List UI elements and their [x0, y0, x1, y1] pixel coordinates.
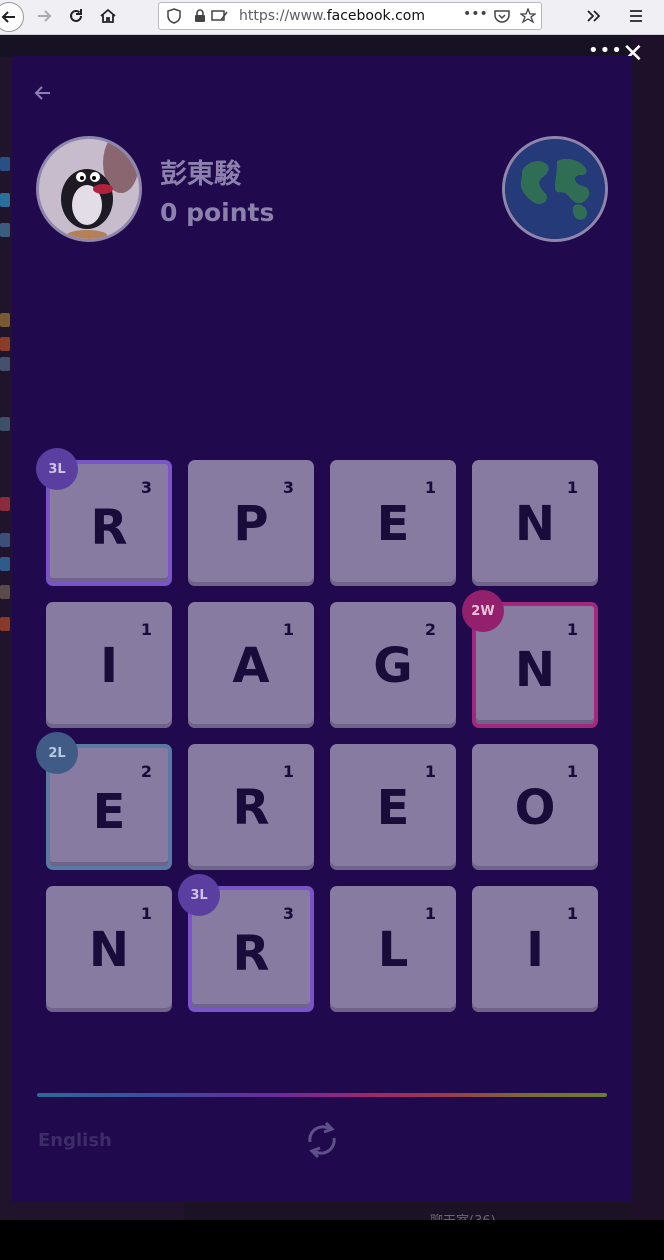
letter-tile[interactable]: I1: [472, 886, 598, 1012]
tile-score: 3: [282, 478, 294, 497]
tile-score: 2: [140, 762, 152, 781]
shield-icon[interactable]: [165, 7, 183, 25]
player-avatar: [36, 136, 142, 242]
url-text[interactable]: https://www.facebook.com: [239, 8, 425, 24]
back-icon[interactable]: [34, 82, 56, 108]
url-prefix: https://www.: [239, 8, 327, 24]
player-name: 彭東駿: [160, 159, 241, 190]
tile-score: 3: [282, 904, 294, 923]
letter-tile[interactable]: N1: [472, 460, 598, 586]
reload-icon[interactable]: [62, 2, 90, 30]
letter-tile[interactable]: E1: [330, 744, 456, 870]
tile-score: 1: [424, 904, 436, 923]
tile-letter: R: [90, 500, 128, 556]
letter-tile[interactable]: E1: [330, 460, 456, 586]
tile-score: 1: [424, 478, 436, 497]
tile-letter: N: [514, 642, 556, 698]
language-label[interactable]: English: [38, 1130, 112, 1151]
tile-score: 1: [566, 904, 578, 923]
tile-score: 1: [282, 620, 294, 639]
back-icon[interactable]: [0, 2, 24, 32]
tile-letter: N: [88, 922, 130, 978]
tile-letter: I: [526, 922, 544, 978]
letter-tile[interactable]: P3: [188, 460, 314, 586]
tile-letter: A: [232, 638, 270, 694]
tile-score: 1: [282, 762, 294, 781]
tile-modifier-badge: 2W: [462, 590, 504, 632]
tile-letter: R: [232, 926, 270, 982]
background-page-header: [0, 35, 664, 57]
browser-toolbar: https://www.facebook.com •••: [0, 0, 664, 35]
tile-score: 1: [566, 620, 578, 639]
tile-score: 1: [424, 762, 436, 781]
tile-letter: G: [373, 638, 413, 694]
letter-tile[interactable]: N1: [46, 886, 172, 1012]
progress-bar: [37, 1093, 607, 1097]
tile-modifier-badge: 2L: [36, 732, 78, 774]
letter-tile[interactable]: A1: [188, 602, 314, 728]
letter-tile[interactable]: I1: [46, 602, 172, 728]
tile-letter: P: [233, 496, 269, 552]
tile-letter: E: [376, 780, 410, 836]
overflow-chevron-icon[interactable]: [580, 2, 608, 30]
tile-score: 1: [566, 762, 578, 781]
tile-letter: I: [100, 638, 118, 694]
url-bar[interactable]: https://www.facebook.com •••: [158, 2, 542, 30]
tile-letter: R: [232, 780, 270, 836]
shuffle-icon[interactable]: [302, 1118, 342, 1162]
background-page-right-rail: [632, 35, 664, 1220]
letter-tile[interactable]: R1: [188, 744, 314, 870]
game-panel: 彭東駿 0 points R 3 3L P 3 E 1 N 1 I 1 A 1 G 2 N 1 2W E 2 2L R 1 E…: [12, 56, 632, 1202]
tile-score: 1: [140, 904, 152, 923]
permissions-icon[interactable]: [211, 7, 229, 25]
lock-icon[interactable]: [191, 7, 209, 25]
background-page-left-rail: [0, 57, 12, 697]
bookmark-star-icon[interactable]: [519, 7, 537, 25]
tile-score: 1: [566, 478, 578, 497]
window-bottom: [0, 1220, 664, 1260]
forward-icon[interactable]: [30, 2, 58, 30]
tile-score: 1: [140, 620, 152, 639]
tile-letter: L: [377, 922, 409, 978]
tile-score: 2: [424, 620, 436, 639]
pocket-icon[interactable]: [493, 7, 511, 25]
tile-modifier-badge: 3L: [178, 874, 220, 916]
letter-tile[interactable]: O1: [472, 744, 598, 870]
url-domain: facebook.com: [326, 8, 425, 24]
home-icon[interactable]: [94, 2, 122, 30]
hamburger-menu-icon[interactable]: [622, 2, 650, 30]
tile-modifier-badge: 3L: [36, 448, 78, 490]
more-dots-icon[interactable]: •••: [463, 6, 488, 22]
letter-tile[interactable]: G2: [330, 602, 456, 728]
tile-score: 3: [140, 478, 152, 497]
tile-letter: E: [92, 784, 126, 840]
tile-board: R 3 3L P 3 E 1 N 1 I 1 A 1 G 2 N 1 2W E 2 2L R 1 E 1 O 1 N 1 R 3 3L L 1 I 1: [36, 448, 600, 1012]
letter-tile[interactable]: L1: [330, 886, 456, 1012]
player-points: 0 points: [160, 198, 275, 227]
tile-letter: N: [514, 496, 556, 552]
globe-icon[interactable]: [502, 136, 608, 242]
tile-letter: E: [376, 496, 410, 552]
tile-letter: O: [514, 780, 556, 836]
